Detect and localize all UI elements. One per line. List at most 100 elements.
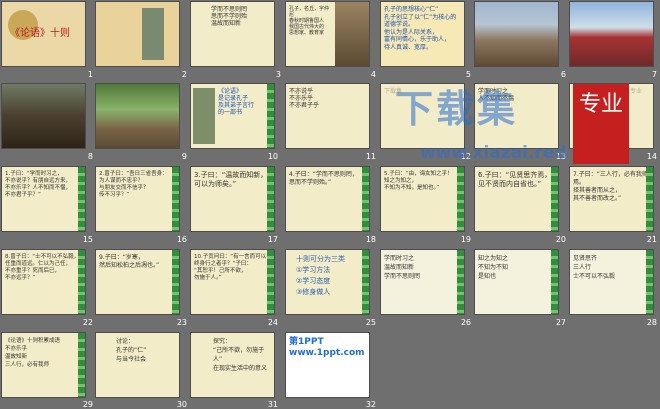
bamboo-border (646, 250, 653, 314)
slide-thumbnail-21[interactable]: 7.子曰：“三人行，必有我师焉。 择其善者而从之， 其不善者而改之。” (570, 167, 653, 231)
slide-26-text: 学而时习之 温故而知新 学而不思则罔 (384, 255, 421, 280)
confucius-figure (142, 8, 164, 60)
slide-number-15: 15 (82, 235, 93, 244)
slide-number-2: 2 (181, 70, 187, 79)
slide-30-text: 讨论： 孔子的“仁” 与当今社会 (116, 338, 147, 363)
slide-number-3: 3 (275, 70, 281, 79)
slide-14-text: 专业 (630, 88, 643, 95)
slide-thumbnail-26[interactable]: 学而时习之 温故而知新 学而不思则罔 (381, 250, 464, 314)
slide-32-text: 第1PPT www.1ppt.com (289, 337, 365, 358)
slide-20-text: 6.子曰：“见贤思齐焉， 见不贤而内自省也。” (478, 171, 552, 188)
slide-thumbnail-9[interactable] (96, 84, 179, 148)
bamboo-border (78, 167, 85, 231)
slide-thumbnail-2[interactable] (96, 2, 179, 66)
slide-thumbnail-32[interactable]: 第1PPT www.1ppt.com (286, 333, 369, 397)
slide-number-28: 28 (646, 318, 657, 327)
slide-number-19: 19 (460, 235, 471, 244)
slide-thumbnail-14[interactable]: 专业 (570, 84, 653, 148)
slide-thumbnail-22[interactable]: 8.曾子曰：“士不可以不弘毅， 任重而道远。仁以为己任， 不亦重乎？死而后已， … (2, 250, 85, 314)
bamboo-border (362, 167, 369, 231)
slide-24-text: 10.子贡问曰：“有一言而可以 终身行之者乎？”子曰： “其恕乎！己所不欲， 勿… (194, 254, 267, 281)
slide-sorter-grid: 《论语》十则 1 2 学而不思则罔 思而不学则殆 温故而知新 3 孔子，名丘，字… (0, 0, 660, 409)
slide-number-32: 32 (365, 400, 376, 409)
slide-thumbnail-11[interactable]: 不亦说乎 不亦乐乎 不亦君子乎 (286, 84, 369, 148)
slide-1-title: 《论语》十则 (10, 28, 70, 39)
slide-28-text: 见贤思齐 三人行 士不可以不弘毅 (573, 255, 616, 280)
slide-thumbnail-1[interactable]: 《论语》十则 (2, 2, 85, 66)
slide-thumbnail-18[interactable]: 4.子曰：“学而不思则罔， 思而不学则殆。” (286, 167, 369, 231)
slide-number-17: 17 (267, 235, 278, 244)
slide-number-27: 27 (555, 318, 566, 327)
slide-thumbnail-20[interactable]: 6.子曰：“见贤思齐焉， 见不贤而内自省也。” (475, 167, 558, 231)
bamboo-border (267, 167, 274, 231)
slide-22-text: 8.曾子曰：“士不可以不弘毅， 任重而道远。仁以为己任， 不亦重乎？死而后已， … (5, 254, 80, 281)
slide-thumbnail-15[interactable]: 1.子曰：“学而时习之， 不亦说乎？有朋自远方来， 不亦乐乎？人不知而不愠， 不… (2, 167, 85, 231)
slide-number-31: 31 (267, 400, 278, 409)
slide-29-text: 《论语》十则积累成语 不亦乐乎 温故知新 三人行，必有我师 (5, 338, 61, 368)
slide-thumbnail-5[interactable]: 孔子的思想核心“仁” 孔子创立了以“仁”为核心的道德学说。 他认为是人际关系， … (381, 2, 464, 66)
slide-thumbnail-31[interactable]: 探究： “己所不欲，勿施于人” 在现实生活中的意义 (191, 333, 274, 397)
slide-thumbnail-6[interactable] (475, 2, 558, 66)
slide-number-30: 30 (176, 400, 187, 409)
slide-thumbnail-13[interactable]: 学而时习之 人不知而不愠 (475, 84, 558, 148)
slide-thumbnail-4[interactable]: 孔子，名丘，字仲尼 春秋时期鲁国人 我国古代伟大的 思想家、教育家 (286, 2, 369, 66)
slide-number-26: 26 (460, 318, 471, 327)
confucius-portrait (335, 2, 369, 66)
slide-number-13: 13 (555, 152, 566, 161)
slide-number-10: 10 (267, 152, 278, 161)
slide-thumbnail-7[interactable] (570, 2, 653, 66)
slide-number-18: 18 (365, 235, 376, 244)
bamboo-border (78, 333, 85, 397)
slide-number-1: 1 (87, 70, 93, 79)
slide-number-25: 25 (365, 318, 376, 327)
bamboo-border (457, 167, 464, 231)
slide-4-text: 孔子，名丘，字仲尼 春秋时期鲁国人 我国古代伟大的 思想家、教育家 (289, 6, 330, 36)
slide-thumbnail-8[interactable] (2, 84, 85, 148)
slide-thumbnail-24[interactable]: 10.子贡问曰：“有一言而可以 终身行之者乎？”子曰： “其恕乎！己所不欲， 勿… (191, 250, 274, 314)
slide-number-12: 12 (460, 152, 471, 161)
slide-15-text: 1.子曰：“学而时习之， 不亦说乎？有朋自远方来， 不亦乐乎？人不知而不愠， 不… (5, 171, 72, 198)
slide-18-text: 4.子曰：“学而不思则罔， 思而不学则殆。” (289, 171, 358, 186)
bamboo-border (172, 167, 179, 231)
slide-thumbnail-25[interactable]: 十则可分为三类 ①学习方法 ②学习态度 ③修身做人 (286, 250, 369, 314)
slide-number-16: 16 (176, 235, 187, 244)
slide-12-text: 下载集 (384, 88, 403, 95)
slide-31-text: 探究： “己所不欲，勿施于人” 在现实生活中的意义 (213, 338, 268, 372)
slide-number-6: 6 (560, 70, 566, 79)
slide-thumbnail-10[interactable]: 《论语》 是记录孔子 及其弟子言行 的一部书 (191, 84, 274, 148)
slide-thumbnail-12[interactable]: 下载集 (381, 84, 464, 148)
slide-10-text: 《论语》 是记录孔子 及其弟子言行 的一部书 (218, 88, 255, 116)
slide-number-22: 22 (82, 318, 93, 327)
bamboo-border (267, 84, 274, 148)
slide-16-text: 2.曾子曰：“吾日三省吾身： 为人谋而不忠乎？ 与朋友交而不信乎？ 传不习乎？” (99, 171, 168, 198)
slide-number-24: 24 (267, 318, 278, 327)
slide-number-5: 5 (465, 70, 471, 79)
bamboo-border (267, 250, 274, 314)
bamboo-border (551, 250, 558, 314)
slide-number-7: 7 (651, 70, 657, 79)
slide-thumbnail-19[interactable]: 5.子曰：“由，诲女知之乎！ 知之为知之， 不知为不知，是知也。” (381, 167, 464, 231)
slide-number-21: 21 (646, 235, 657, 244)
slide-thumbnail-30[interactable]: 讨论： 孔子的“仁” 与当今社会 (96, 333, 179, 397)
slide-thumbnail-28[interactable]: 见贤思齐 三人行 士不可以不弘毅 (570, 250, 653, 314)
slide-21-text: 7.子曰：“三人行，必有我师焉。 择其善者而从之， 其不善者而改之。” (573, 171, 648, 202)
slide-thumbnail-17[interactable]: 3.子曰：“温故而知新， 可以为师矣。” (191, 167, 274, 231)
slide-27-text: 知之为知之 不知为不知 是知也 (478, 255, 509, 280)
slide-thumbnail-27[interactable]: 知之为知之 不知为不知 是知也 (475, 250, 558, 314)
slide-thumbnail-3[interactable]: 学而不思则罔 思而不学则殆 温故而知新 (191, 2, 274, 66)
bamboo-border (78, 250, 85, 314)
slide-11-text: 不亦说乎 不亦乐乎 不亦君子乎 (289, 88, 320, 109)
bamboo-border (551, 167, 558, 231)
bamboo-border (457, 250, 464, 314)
slide-thumbnail-29[interactable]: 《论语》十则积累成语 不亦乐乎 温故知新 三人行，必有我师 (2, 333, 85, 397)
slide-number-9: 9 (181, 152, 187, 161)
slide-number-4: 4 (370, 70, 376, 79)
bamboo-border (362, 250, 369, 314)
slide-number-23: 23 (176, 318, 187, 327)
slide-number-20: 20 (555, 235, 566, 244)
slide-13-text: 学而时习之 人不知而不愠 (478, 88, 515, 102)
slide-number-29: 29 (82, 400, 93, 409)
slide-thumbnail-23[interactable]: 9.子曰：“岁寒， 然后知松柏之后凋也。” (96, 250, 179, 314)
bamboo-border (172, 250, 179, 314)
slide-thumbnail-16[interactable]: 2.曾子曰：“吾日三省吾身： 为人谋而不忠乎？ 与朋友交而不信乎？ 传不习乎？” (96, 167, 179, 231)
